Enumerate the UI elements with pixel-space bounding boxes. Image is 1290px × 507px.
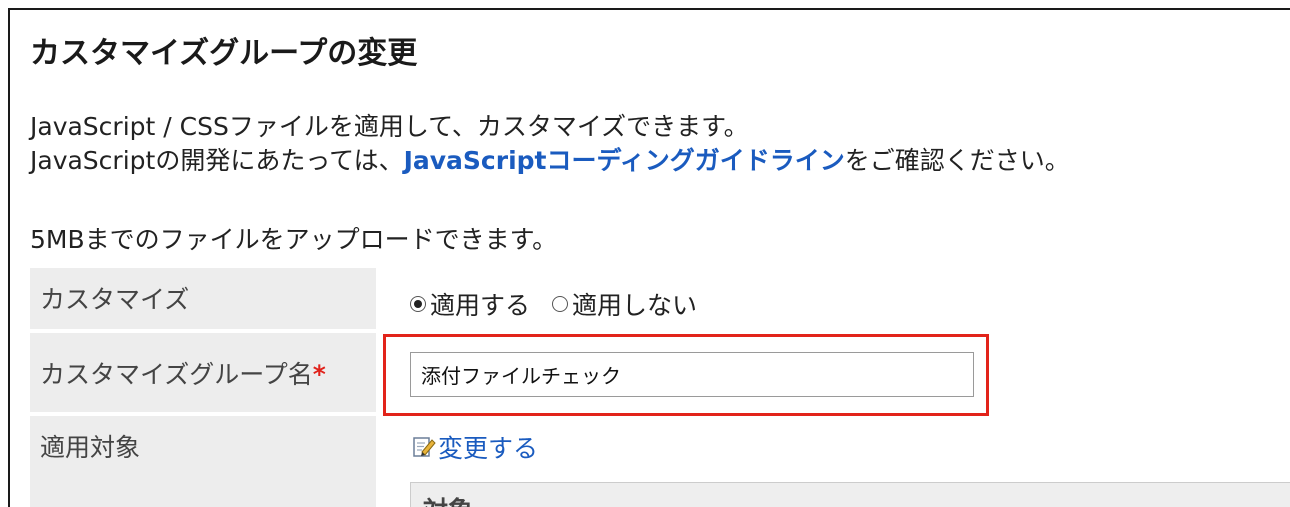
edit-icon xyxy=(412,435,436,459)
coding-guideline-link[interactable]: JavaScriptコーディングガイドライン xyxy=(404,146,845,175)
group-name-label-wrap: カスタマイズグループ名* xyxy=(40,355,326,391)
change-target-link[interactable]: 変更する xyxy=(412,429,538,465)
radio-apply-circle[interactable] xyxy=(410,296,426,312)
content-frame: カスタマイズグループの変更 JavaScript / CSSファイルを適用して、… xyxy=(8,8,1290,507)
radio-not-apply[interactable]: 適用しない xyxy=(552,286,697,322)
target-label: 適用対象 xyxy=(40,433,141,462)
group-name-label-cell: カスタマイズグループ名* xyxy=(30,333,376,412)
target-label-cell: 適用対象 xyxy=(30,416,376,507)
radio-not-apply-label: 適用しない xyxy=(572,291,698,320)
required-mark: * xyxy=(312,360,326,389)
description-line-1: JavaScript / CSSファイルを適用して、カスタマイズできます。 xyxy=(30,112,749,141)
radio-apply-label: 適用する xyxy=(430,291,531,320)
group-name-input[interactable] xyxy=(410,352,974,397)
radio-apply[interactable]: 適用する xyxy=(410,286,530,322)
group-name-label: カスタマイズグループ名 xyxy=(40,360,313,389)
customize-radio-group: 適用する 適用しない xyxy=(410,286,697,322)
customize-label: カスタマイズ xyxy=(40,285,190,314)
page-title: カスタマイズグループの変更 xyxy=(30,36,418,71)
description-line-3: 5MBまでのファイルをアップロードできます。 xyxy=(30,225,558,254)
description-line-2-suffix: をご確認ください。 xyxy=(844,146,1070,175)
target-table-header: 対象 xyxy=(410,482,1290,507)
radio-not-apply-circle[interactable] xyxy=(552,296,569,312)
change-target-link-label: 変更する xyxy=(438,434,539,463)
description-line-2-prefix: JavaScriptの開発にあたっては、 xyxy=(30,146,404,175)
description-line-2: JavaScriptの開発にあたっては、JavaScriptコーディングガイドラ… xyxy=(30,141,1070,177)
target-table-header-label: 対象 xyxy=(423,491,473,507)
customize-label-cell: カスタマイズ xyxy=(30,268,376,329)
